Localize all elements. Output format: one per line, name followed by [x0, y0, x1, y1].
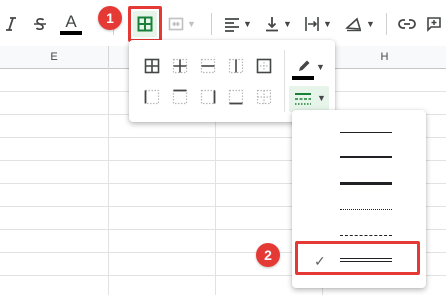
chevron-down-icon: ▼	[283, 19, 292, 29]
grid-line	[108, 68, 109, 295]
menu-divider	[284, 50, 285, 112]
all-borders-icon	[144, 58, 160, 74]
text-rotation-button[interactable]: ▼	[342, 11, 378, 37]
left-border-button[interactable]	[142, 87, 162, 107]
vertical-align-button[interactable]: ▼	[262, 11, 294, 37]
thick-solid-line	[340, 182, 392, 185]
medium-solid-line	[340, 156, 392, 158]
strikethrough-button[interactable]	[30, 11, 50, 37]
horizontal-align-button[interactable]: ▼	[222, 11, 254, 37]
insert-comment-icon	[427, 17, 441, 32]
border-style-option-dotted[interactable]	[292, 197, 426, 223]
insert-link-icon	[398, 19, 416, 29]
chevron-down-icon: ▼	[187, 19, 196, 29]
text-color-button[interactable]: A	[58, 11, 84, 37]
inner-borders-button[interactable]	[170, 56, 190, 76]
vertical-align-icon	[266, 17, 279, 32]
vertical-borders-icon	[228, 58, 244, 74]
pencil-icon	[299, 60, 310, 71]
chevron-down-icon: ▼	[366, 19, 375, 29]
horizontal-borders-icon	[200, 58, 216, 74]
border-color-swatch	[292, 76, 314, 80]
dashed-line	[340, 235, 392, 236]
text-color-swatch	[60, 31, 82, 35]
bottom-border-icon	[228, 89, 244, 105]
chevron-down-icon: ▼	[323, 19, 332, 29]
border-style-option-thick[interactable]	[292, 171, 426, 197]
dotted-line	[340, 209, 392, 210]
column-header[interactable]: H	[323, 46, 446, 69]
toolbar-separator	[211, 13, 212, 35]
text-rotation-icon	[345, 17, 362, 32]
horizontal-align-icon	[225, 18, 240, 32]
border-style-option-thin[interactable]	[292, 119, 426, 145]
borders-button-highlight	[128, 6, 162, 42]
vertical-borders-button[interactable]	[226, 56, 246, 76]
text-color-label: A	[65, 12, 77, 31]
text-wrapping-icon	[305, 17, 319, 31]
merge-cells-button[interactable]: ▼	[165, 11, 199, 37]
column-header[interactable]: E	[0, 46, 109, 69]
outer-borders-icon	[256, 58, 272, 74]
toolbar-separator	[386, 13, 387, 35]
thin-solid-line	[340, 132, 392, 133]
italic-icon	[6, 17, 16, 31]
right-border-button[interactable]	[198, 87, 218, 107]
left-border-icon	[144, 89, 160, 105]
clear-borders-button[interactable]	[254, 87, 274, 107]
inner-borders-icon	[172, 58, 188, 74]
right-border-icon	[200, 89, 216, 105]
chevron-down-icon: ▼	[317, 93, 326, 103]
bottom-border-button[interactable]	[226, 87, 246, 107]
outer-borders-button[interactable]	[254, 56, 274, 76]
annotation-badge: 2	[256, 243, 280, 267]
border-color-button[interactable]: ▼	[292, 58, 326, 82]
top-border-button[interactable]	[170, 87, 190, 107]
chevron-down-icon: ▼	[316, 62, 325, 72]
annotation-badge: 1	[98, 6, 122, 30]
clear-borders-icon	[256, 89, 272, 105]
border-style-option-medium[interactable]	[292, 145, 426, 171]
insert-comment-button[interactable]	[424, 11, 444, 37]
chevron-down-icon: ▼	[243, 19, 252, 29]
top-border-icon	[172, 89, 188, 105]
border-style-icon	[295, 93, 311, 105]
strikethrough-icon	[34, 18, 46, 31]
border-style-button[interactable]: ▼	[289, 86, 329, 112]
horizontal-borders-button[interactable]	[198, 56, 218, 76]
text-wrapping-button[interactable]: ▼	[302, 11, 334, 37]
all-borders-button[interactable]	[142, 56, 162, 76]
italic-button[interactable]	[2, 11, 20, 37]
merge-cells-icon	[168, 17, 184, 31]
double-line-highlight	[295, 241, 420, 275]
insert-link-button[interactable]	[396, 11, 418, 37]
